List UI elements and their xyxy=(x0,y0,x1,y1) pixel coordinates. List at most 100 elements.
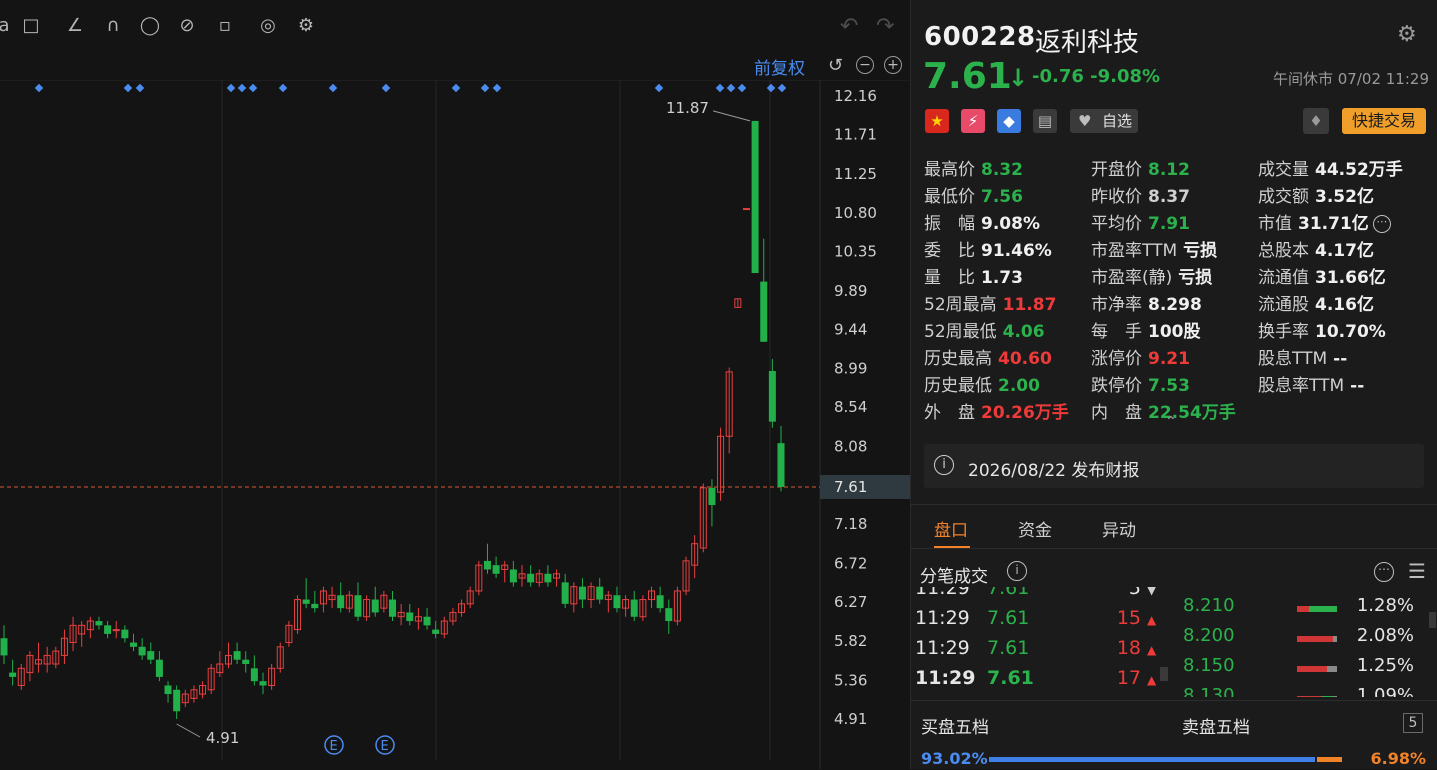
y-tick-label: 4.91 xyxy=(834,710,867,728)
depth-level-button[interactable]: 5 xyxy=(1403,713,1423,733)
tick-list[interactable]: 11:29 7.61 5 ▼ 11:29 7.61 15 ▲ 11:29 7.61 18 ▲ 11:29… xyxy=(911,587,1161,697)
book-price: 8.130 xyxy=(1183,685,1235,697)
pen-icon[interactable]: ∠ xyxy=(63,14,87,38)
stat-col2-3: 市盈率TTM 亏损 xyxy=(1091,236,1217,261)
settings-icon[interactable]: ⚙ xyxy=(294,14,318,38)
stat-label: 委 比 xyxy=(924,241,975,261)
stat-label: 最高价 xyxy=(924,160,975,180)
candle-body xyxy=(259,681,267,686)
sell-depth-label[interactable]: 卖盘五档 xyxy=(1182,713,1250,738)
stock-name: 返利科技 xyxy=(1035,28,1140,58)
stat-col1-7: 历史最高 40.60 xyxy=(924,344,1052,369)
undo-icon[interactable]: ↶ xyxy=(840,14,858,39)
magnet-icon[interactable]: ∩ xyxy=(101,14,125,38)
stat-value: 亏损 xyxy=(1178,268,1213,288)
collapse-chevron-icon[interactable]: ⌃ xyxy=(1165,414,1177,430)
stat-label: 振 幅 xyxy=(924,214,975,234)
event-marker xyxy=(123,83,133,93)
add-watchlist-button[interactable]: ♥ 自选 xyxy=(1070,109,1138,133)
stat-col3-0: 成交量 44.52万手 xyxy=(1258,155,1403,180)
zoom-out-button[interactable]: − xyxy=(856,56,874,74)
candle-body xyxy=(389,599,396,617)
more-icon[interactable]: ⋯ xyxy=(1372,215,1391,233)
text-icon[interactable]: a xyxy=(0,14,16,38)
low-label: 4.91 xyxy=(206,729,239,747)
book-row: 8.130 1.09% xyxy=(1171,685,1437,697)
candle-body xyxy=(665,608,673,622)
event-marker xyxy=(226,83,236,93)
y-tick-label: 11.25 xyxy=(834,165,877,183)
candle-body xyxy=(173,689,181,712)
candle-body xyxy=(242,659,250,665)
tag-icon[interactable]: ◆ xyxy=(997,109,1021,133)
down-arrow-icon: ↓ xyxy=(1008,64,1029,92)
stat-label: 52周最高 xyxy=(924,295,997,315)
candle-body xyxy=(578,586,586,600)
candlestick-chart[interactable]: 12.16 11.71 11.25 10.80 10.35 9.89 9.44 8.99 8.5… xyxy=(0,80,910,769)
candle-body xyxy=(527,573,535,583)
overlay-icon[interactable]: ◎ xyxy=(256,14,280,38)
stat-col3-6: 换手率 10.70% xyxy=(1258,317,1386,342)
notice-text: 2026/08/22 发布财报 xyxy=(968,461,1140,481)
stat-label: 量 比 xyxy=(924,268,975,288)
settings-icon[interactable]: ⚙ xyxy=(1397,22,1417,47)
comment-icon[interactable]: □ xyxy=(19,14,43,38)
candle-body xyxy=(250,668,258,682)
stat-label: 市净率 xyxy=(1091,295,1142,315)
stat-col2-1: 昨收价 8.37 xyxy=(1091,182,1190,207)
quick-trade-button[interactable]: 快捷交易 xyxy=(1342,108,1426,134)
price-distribution[interactable]: 8.210 1.28% 8.200 2.08% 8.150 1.25% 8.130 1.09% xyxy=(1171,587,1437,697)
stat-value: 9.21 xyxy=(1148,349,1190,369)
event-marker xyxy=(726,83,736,93)
book-row: 8.210 1.28% xyxy=(1171,595,1437,625)
more-icon[interactable]: ⋯ xyxy=(1374,562,1394,582)
y-tick-label: 8.08 xyxy=(834,438,867,456)
stat-col1-0: 最高价 8.32 xyxy=(924,155,1023,180)
candle-body xyxy=(155,659,163,677)
stat-value: 20.26万手 xyxy=(981,403,1069,423)
stat-value: 8.298 xyxy=(1148,295,1202,315)
trash-icon[interactable]: ▫ xyxy=(213,14,237,38)
stat-col2-7: 涨停价 9.21 xyxy=(1091,344,1190,369)
scrollbar[interactable] xyxy=(1160,667,1168,681)
tab-movement[interactable]: 异动 xyxy=(1102,516,1136,541)
book-pct: 1.25% xyxy=(1356,655,1414,676)
earnings-notice[interactable]: i 2026/08/22 发布财报 xyxy=(924,444,1424,488)
link-eye-icon[interactable]: ◯ xyxy=(138,14,162,38)
stat-label: 开盘价 xyxy=(1091,160,1142,180)
stat-col1-1: 最低价 7.56 xyxy=(924,182,1023,207)
current-price: 7.61 xyxy=(923,56,1012,97)
lightning-icon[interactable]: ⚡ xyxy=(961,109,985,133)
redo-icon[interactable]: ↷ xyxy=(876,14,894,39)
event-marker xyxy=(34,83,44,93)
ticks-title: 分笔成交 xyxy=(920,567,988,587)
candle-body xyxy=(164,685,172,695)
stat-value: 22.54万手 xyxy=(1148,403,1236,423)
stat-col3-1: 成交额 3.52亿 xyxy=(1258,182,1374,207)
buy-depth-label[interactable]: 买盘五档 xyxy=(921,713,989,738)
price-adjust-toggle[interactable]: 前复权 xyxy=(754,54,805,79)
candle-body xyxy=(112,629,120,632)
notes-icon[interactable]: ▤ xyxy=(1033,109,1057,133)
tab-orderbook[interactable]: 盘口 xyxy=(934,516,968,541)
list-icon[interactable]: ☰ xyxy=(1408,559,1426,583)
alert-bell-icon[interactable]: ♦ xyxy=(1303,108,1329,134)
candle-body xyxy=(423,616,431,626)
stat-col2-9: 内 盘 22.54万手 xyxy=(1091,398,1236,423)
reset-icon[interactable]: ↺ xyxy=(828,55,843,76)
stat-value: 91.46% xyxy=(981,241,1052,261)
candle-body xyxy=(768,370,776,422)
y-tick-label: 7.18 xyxy=(834,515,867,533)
tab-funds[interactable]: 资金 xyxy=(1018,516,1052,541)
event-marker xyxy=(766,83,776,93)
info-icon[interactable]: i xyxy=(1007,561,1027,581)
event-marker xyxy=(777,83,787,93)
stat-col1-4: 量 比 1.73 xyxy=(924,263,1023,288)
event-marker xyxy=(654,83,664,93)
hide-icon[interactable]: ⊘ xyxy=(175,14,199,38)
candle-body xyxy=(561,582,569,604)
y-tick-label: 8.54 xyxy=(834,398,867,416)
stat-value: 10.70% xyxy=(1315,322,1386,342)
zoom-in-button[interactable]: + xyxy=(884,56,902,74)
stat-value: 4.06 xyxy=(1002,322,1045,342)
